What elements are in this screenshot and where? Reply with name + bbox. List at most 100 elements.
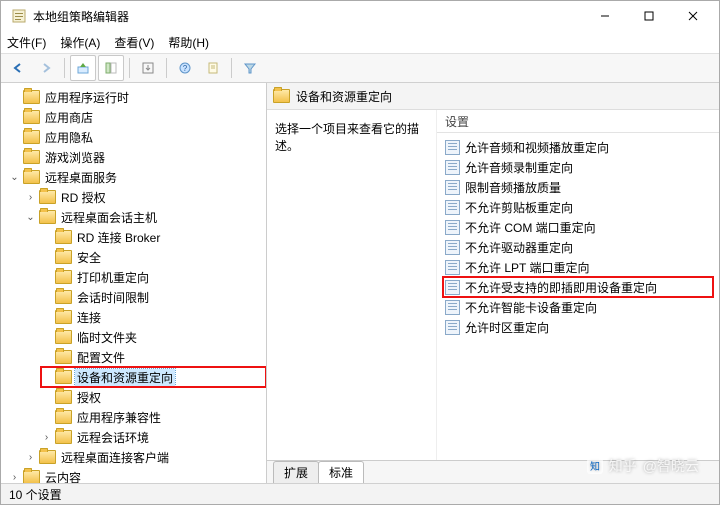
tree-node-label: 临时文件夹	[75, 329, 139, 346]
tree-node[interactable]: › 云内容	[9, 467, 266, 483]
setting-row[interactable]: 限制音频播放质量	[443, 177, 713, 197]
setting-row[interactable]: 不允许受支持的即插即用设备重定向	[443, 277, 713, 297]
menu-file[interactable]: 文件(F)	[7, 34, 46, 51]
setting-row[interactable]: 不允许驱动器重定向	[443, 237, 713, 257]
policy-icon	[445, 180, 460, 195]
forward-button[interactable]	[33, 55, 59, 81]
settings-list[interactable]: 允许音频和视频播放重定向允许音频录制重定向限制音频播放质量不允许剪贴板重定向不允…	[437, 133, 719, 460]
tree-node[interactable]: › 远程会话环境	[41, 427, 266, 447]
chevron-right-icon[interactable]: ›	[9, 472, 20, 483]
setting-row[interactable]: 不允许 COM 端口重定向	[443, 217, 713, 237]
tab-extended[interactable]: 扩展	[273, 461, 319, 483]
chevron-down-icon[interactable]: ⌄	[25, 212, 36, 223]
folder-icon	[55, 230, 72, 244]
folder-icon	[55, 390, 72, 404]
toolbar-separator	[129, 58, 130, 78]
export-list-button[interactable]	[135, 55, 161, 81]
tree-node-label: 远程桌面连接客户端	[59, 449, 171, 466]
window-title: 本地组策略编辑器	[33, 8, 129, 25]
details-pane: 设备和资源重定向 选择一个项目来查看它的描述。 设置 允许音频和视频播放重定向允…	[267, 83, 719, 483]
tree-node[interactable]: › 远程桌面连接客户端	[25, 447, 266, 467]
tree-node[interactable]: 应用程序兼容性	[41, 407, 266, 427]
policy-icon	[445, 160, 460, 175]
tree-node[interactable]: ⌄ 远程桌面会话主机	[25, 207, 266, 227]
setting-row[interactable]: 不允许智能卡设备重定向	[443, 297, 713, 317]
policy-icon	[445, 320, 460, 335]
folder-icon	[55, 370, 72, 384]
tree-pane[interactable]: 应用程序运行时应用商店应用隐私游戏浏览器⌄远程桌面服务 › RD 授权 ⌄ 远程桌面会话…	[1, 83, 267, 483]
tree-node[interactable]: 设备和资源重定向	[41, 367, 266, 387]
tree-node-label: 远程桌面会话主机	[59, 209, 159, 226]
folder-icon	[55, 330, 72, 344]
tree-node[interactable]: 授权	[41, 387, 266, 407]
chevron-right-icon[interactable]: ›	[25, 192, 36, 203]
details-tabs: 扩展 标准	[267, 460, 719, 483]
tree-node[interactable]: 安全	[41, 247, 266, 267]
filter-button[interactable]	[237, 55, 263, 81]
setting-row[interactable]: 不允许剪贴板重定向	[443, 197, 713, 217]
setting-label: 不允许剪贴板重定向	[465, 199, 573, 216]
app-icon	[11, 8, 27, 24]
setting-label: 不允许受支持的即插即用设备重定向	[465, 279, 657, 296]
tree-node[interactable]: ⌄远程桌面服务	[9, 167, 266, 187]
minimize-button[interactable]	[583, 1, 627, 31]
folder-icon	[55, 410, 72, 424]
folder-icon	[23, 470, 40, 483]
tree-node[interactable]: 配置文件	[41, 347, 266, 367]
tree-node-label: 应用商店	[43, 109, 95, 126]
details-header-title: 设备和资源重定向	[296, 88, 392, 105]
tree-node-label: RD 授权	[59, 189, 108, 206]
folder-icon	[55, 250, 72, 264]
toolbar-separator	[64, 58, 65, 78]
status-bar: 10 个设置	[1, 483, 719, 504]
folder-icon	[55, 290, 72, 304]
tree-node-label: 配置文件	[75, 349, 127, 366]
tree-node[interactable]: 临时文件夹	[41, 327, 266, 347]
tree-node-label: 连接	[75, 309, 103, 326]
tree-node-label: 云内容	[43, 469, 83, 484]
tree-node-label: 安全	[75, 249, 103, 266]
properties-button[interactable]	[200, 55, 226, 81]
description-column: 选择一个项目来查看它的描述。	[267, 110, 437, 460]
tree-node[interactable]: 会话时间限制	[41, 287, 266, 307]
folder-icon	[23, 150, 40, 164]
close-button[interactable]	[671, 1, 715, 31]
tree-node[interactable]: 连接	[41, 307, 266, 327]
tree-node-label: 远程会话环境	[75, 429, 151, 446]
menu-view[interactable]: 查看(V)	[114, 34, 154, 51]
setting-row[interactable]: 不允许 LPT 端口重定向	[443, 257, 713, 277]
maximize-button[interactable]	[627, 1, 671, 31]
tree-node-label: 游戏浏览器	[43, 149, 107, 166]
setting-label: 允许音频和视频播放重定向	[465, 139, 609, 156]
setting-label: 允许音频录制重定向	[465, 159, 573, 176]
tree-node-label: 设备和资源重定向	[75, 369, 175, 386]
folder-icon	[55, 430, 72, 444]
tree-node[interactable]: 应用隐私	[9, 127, 266, 147]
menu-help[interactable]: 帮助(H)	[168, 34, 209, 51]
folder-icon	[273, 89, 290, 103]
policy-icon	[445, 140, 460, 155]
chevron-down-icon[interactable]: ⌄	[9, 172, 20, 183]
tree-node[interactable]: 打印机重定向	[41, 267, 266, 287]
menu-action[interactable]: 操作(A)	[60, 34, 100, 51]
chevron-right-icon[interactable]: ›	[41, 432, 52, 443]
up-button[interactable]	[70, 55, 96, 81]
tree-node[interactable]: 应用程序运行时	[9, 87, 266, 107]
back-button[interactable]	[5, 55, 31, 81]
tree-node-label: 授权	[75, 389, 103, 406]
setting-row[interactable]: 允许时区重定向	[443, 317, 713, 337]
tab-standard[interactable]: 标准	[318, 461, 364, 483]
tree-node[interactable]: RD 连接 Broker	[41, 227, 266, 247]
tree-node-label: 应用程序兼容性	[75, 409, 163, 426]
tree-node[interactable]: › RD 授权	[25, 187, 266, 207]
setting-row[interactable]: 允许音频和视频播放重定向	[443, 137, 713, 157]
show-hide-tree-button[interactable]	[98, 55, 124, 81]
folder-icon	[39, 210, 56, 224]
settings-column-header: 设置	[437, 110, 719, 133]
chevron-right-icon[interactable]: ›	[25, 452, 36, 463]
help-button[interactable]: ?	[172, 55, 198, 81]
tree-node[interactable]: 游戏浏览器	[9, 147, 266, 167]
setting-row[interactable]: 允许音频录制重定向	[443, 157, 713, 177]
menubar: 文件(F) 操作(A) 查看(V) 帮助(H)	[1, 31, 719, 54]
tree-node[interactable]: 应用商店	[9, 107, 266, 127]
